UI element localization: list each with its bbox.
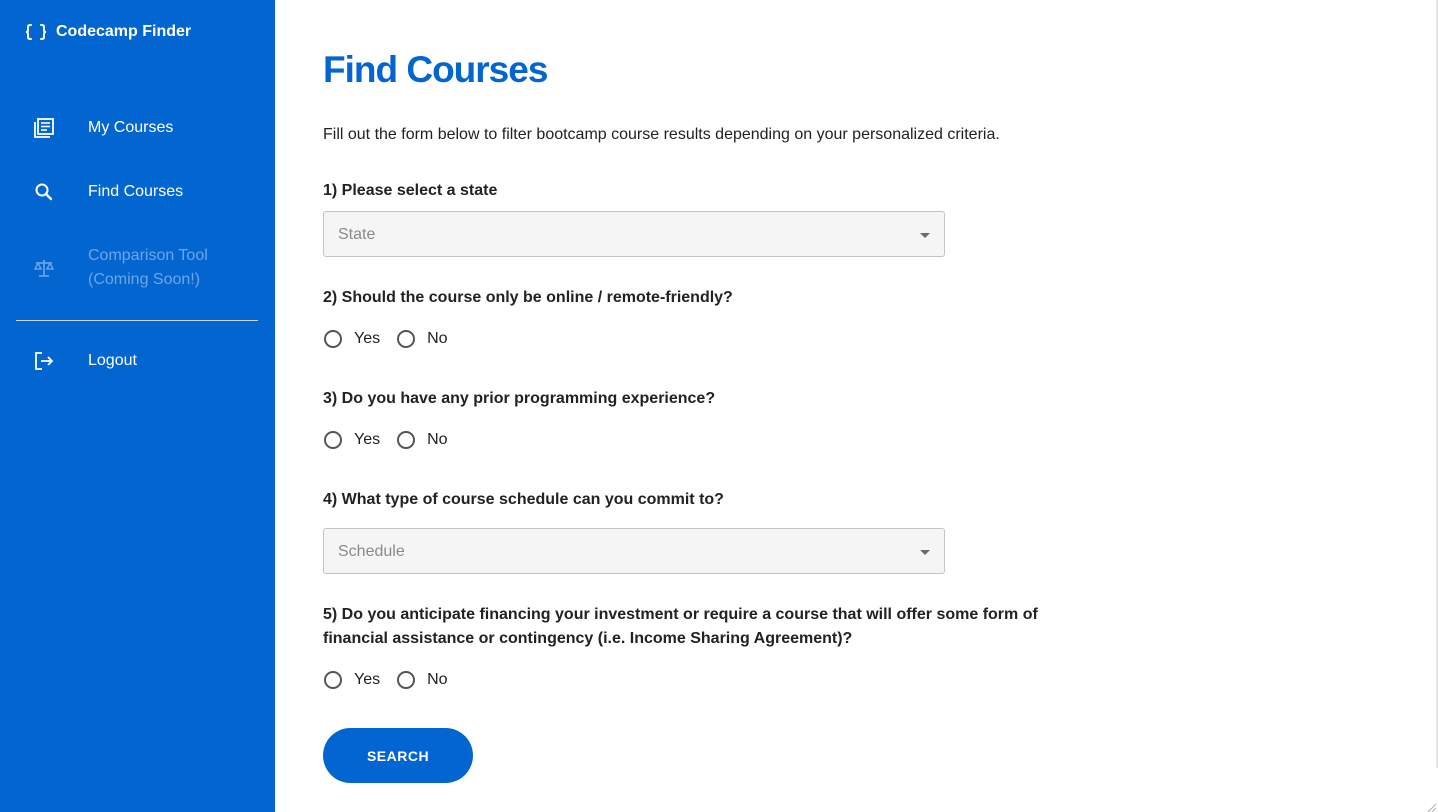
radio-circle-icon [397, 330, 416, 348]
experience-yes-radio[interactable]: Yes [323, 431, 380, 449]
financing-no-radio[interactable]: No [396, 671, 448, 689]
sidebar-item-my-courses[interactable]: My Courses [0, 116, 275, 140]
schedule-select[interactable]: Schedule [323, 528, 945, 574]
radio-label: Yes [354, 431, 381, 448]
sidebar-item-label: Logout [88, 352, 137, 369]
sidebar-item-find-courses[interactable]: Find Courses [0, 180, 275, 204]
search-button[interactable]: SEARCH [323, 728, 473, 783]
brand-name: Codecamp Finder [56, 23, 192, 40]
sidebar-item-logout[interactable]: Logout [0, 349, 275, 373]
question-4-label: 4) What type of course schedule can you … [323, 491, 724, 508]
radio-circle-icon [397, 671, 416, 689]
intro-text: Fill out the form below to filter bootca… [323, 126, 1000, 143]
main-content: Find Courses Fill out the form below to … [275, 0, 1438, 812]
radio-label: Yes [354, 671, 381, 688]
sidebar-item-label: Comparison Tool (Coming Soon!) [88, 247, 208, 288]
online-yes-radio[interactable]: Yes [323, 330, 380, 348]
search-icon [32, 180, 56, 204]
app-root: Codecamp Finder My Courses Find Courses … [0, 0, 1438, 812]
newspaper-icon [32, 116, 56, 140]
braces-icon [24, 20, 48, 44]
experience-no-radio[interactable]: No [396, 431, 448, 449]
sidebar-item-label: My Courses [88, 119, 174, 136]
radio-label: No [427, 671, 448, 688]
page-title: Find Courses [323, 49, 548, 90]
radio-label: Yes [354, 330, 381, 347]
brand[interactable]: Codecamp Finder [24, 20, 191, 44]
radio-circle-icon [324, 330, 342, 348]
question-1-label: 1) Please select a state [323, 182, 498, 199]
radio-label: No [427, 431, 448, 448]
radio-circle-icon [397, 431, 416, 449]
schedule-select-placeholder: Schedule [338, 543, 405, 560]
caret-down-icon [920, 233, 930, 238]
state-select[interactable]: State [323, 211, 945, 257]
question-5-label: 5) Do you anticipate financing your inve… [323, 606, 1038, 647]
sidebar-divider [16, 320, 258, 321]
financing-radio-group: Yes No [323, 668, 464, 692]
sidebar-item-label: Find Courses [88, 183, 184, 200]
question-3-label: 3) Do you have any prior programming exp… [323, 390, 716, 407]
radio-circle-icon [324, 431, 342, 449]
caret-down-icon [920, 550, 930, 555]
online-no-radio[interactable]: No [396, 330, 448, 348]
scale-icon [32, 256, 56, 280]
state-select-placeholder: State [338, 226, 376, 243]
sidebar-item-comparison-tool: Comparison Tool (Coming Soon!) [0, 244, 275, 292]
experience-radio-group: Yes No [323, 428, 464, 452]
radio-circle-icon [324, 671, 342, 689]
online-radio-group: Yes No [323, 327, 464, 351]
resize-grip-icon[interactable] [1426, 800, 1437, 812]
financing-yes-radio[interactable]: Yes [323, 671, 380, 689]
question-2-label: 2) Should the course only be online / re… [323, 289, 733, 306]
radio-label: No [427, 330, 448, 347]
logout-icon [32, 349, 56, 373]
sidebar: Codecamp Finder My Courses Find Courses … [0, 0, 275, 812]
